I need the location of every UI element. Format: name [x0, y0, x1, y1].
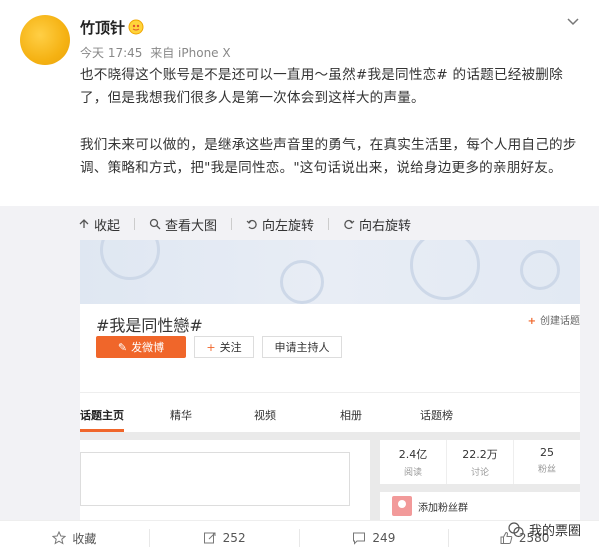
rotate-left-label: 向左旋转: [262, 218, 315, 234]
fans-group-icon: [392, 496, 412, 516]
rotate-right-icon: [344, 219, 355, 230]
view-large-button[interactable]: 查看大图: [149, 214, 217, 234]
topic-tabs: 话题主页 精华 视频 相册 话题榜: [80, 392, 580, 432]
collapse-button[interactable]: 收起: [78, 214, 120, 234]
post-text-paragraph-1: 也不晓得这个账号是不是还可以一直用～虽然#我是同性恋# 的话题已经被删除了，但是…: [80, 67, 563, 106]
toolbar-divider: [134, 218, 136, 230]
post-meta: 今天 17:45 来自 iPhone X: [80, 44, 235, 61]
stat-discuss: 22.2万 讨论: [447, 440, 514, 484]
topic-title: #我是同性戀#: [96, 316, 203, 335]
pencil-icon: ✎: [117, 340, 128, 354]
wechat-logo-icon: [508, 521, 524, 537]
user-name[interactable]: 竹顶针: [80, 17, 125, 38]
fans-group-card: 添加粉丝群: [380, 492, 580, 520]
watermark-text: 我的票圈: [528, 524, 581, 539]
topic-tab: 视频: [254, 409, 276, 422]
stat-read: 2.4亿 阅读: [380, 440, 447, 484]
post-source[interactable]: 来自 iPhone X: [150, 46, 230, 60]
post-weibo-button: ✎ 发微博: [96, 336, 186, 358]
comment-icon: [353, 532, 366, 545]
follow-button: + 关注: [194, 336, 254, 358]
repost-button[interactable]: 252: [150, 529, 300, 547]
avatar[interactable]: [20, 15, 70, 65]
chevron-down-icon[interactable]: [565, 14, 581, 30]
post-text-paragraph-2: 我们未来可以做的，是继承这些声音里的勇气，在真实生活里，每个人用自己的步调、策略…: [80, 137, 577, 176]
rotate-left-icon: [246, 219, 257, 230]
topic-tab: 话题榜: [420, 409, 453, 422]
rotate-right-button[interactable]: 向右旋转: [343, 214, 411, 234]
rotate-left-button[interactable]: 向左旋转: [246, 214, 314, 234]
rotate-right-label: 向右旋转: [359, 218, 412, 234]
create-topic-link: + 创建话题: [527, 316, 580, 327]
post-input-box: [80, 452, 350, 506]
weibo-post: 竹顶针 今天 17:45 来自 iPhone X 也不晓得这个账号是不是还可以一…: [0, 0, 599, 555]
arrow-up-icon: [79, 219, 89, 228]
watermark: 我的票圈: [507, 520, 581, 539]
fans-group-label: 添加粉丝群: [418, 502, 468, 514]
repost-icon: [203, 532, 216, 544]
magnifier-icon: [149, 218, 161, 230]
embedded-screenshot[interactable]: #我是同性戀# + 创建话题 ✎ 发微博 + 关注 申请主持人 话题主页 精华 视频…: [80, 240, 580, 520]
favorite-label: 收藏: [72, 531, 97, 546]
post-time: 今天 17:45: [80, 46, 143, 60]
vip-badge-icon: [128, 19, 144, 35]
toolbar-divider: [328, 218, 330, 230]
collapse-label: 收起: [94, 218, 121, 234]
stat-fans: 25 粉丝: [537, 446, 556, 475]
repost-count: 252: [222, 531, 246, 545]
media-container: 收起 查看大图 向左旋转 向右旋转 #我是同性戀# + 创建话题 ✎ 发微博 +…: [0, 206, 599, 520]
view-large-label: 查看大图: [165, 218, 218, 234]
active-tab-indicator: [80, 429, 124, 432]
apply-host-button: 申请主持人: [262, 336, 342, 358]
comment-count: 249: [372, 531, 396, 545]
topic-stats: 2.4亿 阅读 22.2万 讨论 25 粉丝: [380, 440, 580, 484]
topic-banner: [80, 240, 580, 304]
topic-tab: 话题主页: [80, 409, 124, 422]
topic-tab: 精华: [170, 409, 192, 422]
comment-button[interactable]: 249: [300, 529, 450, 547]
topic-tab: 相册: [340, 409, 362, 422]
topic-post-area: [80, 440, 370, 520]
toolbar-divider: [231, 218, 233, 230]
media-toolbar: 收起 查看大图 向左旋转 向右旋转: [78, 214, 411, 234]
favorite-button[interactable]: 收藏: [0, 529, 150, 547]
star-icon: [52, 531, 67, 545]
